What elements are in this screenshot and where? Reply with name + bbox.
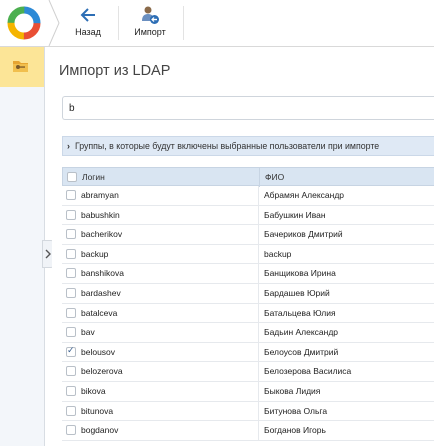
breadcrumb-separator-icon <box>48 0 60 46</box>
cell-login: bitunova <box>81 405 114 416</box>
back-button-label: Назад <box>75 27 101 37</box>
folder-key-icon <box>13 61 28 72</box>
row-checkbox[interactable] <box>66 366 76 377</box>
row-checkbox[interactable] <box>66 425 76 436</box>
search-input[interactable]: b <box>62 96 434 120</box>
cell-fio: Абрамян Александр <box>258 186 344 205</box>
cell-fio: Бадьин Александр <box>258 323 338 343</box>
toolbar-divider <box>183 6 184 40</box>
cell-login: babushkin <box>81 209 120 220</box>
column-header-fio[interactable]: ФИО <box>259 168 284 187</box>
row-checkbox[interactable] <box>66 385 76 396</box>
cell-login: abramyan <box>81 190 119 200</box>
table-row[interactable]: bardashev Бардашев Юрий <box>62 283 434 304</box>
select-all-checkbox[interactable] <box>67 172 77 182</box>
row-checkbox[interactable] <box>66 268 76 279</box>
cell-login: belousov <box>81 346 116 357</box>
groups-panel-header[interactable]: › Группы, в которые будут включены выбран… <box>62 136 434 156</box>
cell-login: bav <box>81 327 95 338</box>
cell-login: belozerova <box>81 366 123 377</box>
table-row[interactable]: bogdanov Богданов Игорь <box>62 421 434 441</box>
page-title: Импорт из LDAP <box>59 63 171 79</box>
back-button[interactable]: Назад <box>62 0 114 46</box>
app-logo-icon[interactable] <box>6 5 42 41</box>
import-button-label: Импорт <box>134 27 166 37</box>
cell-fio: Битунова Ольга <box>258 401 327 421</box>
chevron-right-icon: › <box>67 141 70 151</box>
table-header: Логин ФИО <box>62 167 434 187</box>
table-row[interactable]: abramyan Абрамян Александр <box>62 186 434 206</box>
cell-fio: Белоусов Дмитрий <box>258 342 338 362</box>
back-arrow-icon <box>80 8 95 22</box>
groups-panel-label: Группы, в которые будут включены выбранн… <box>74 141 380 151</box>
table-row[interactable]: banshikova Банщикова Ирина <box>62 264 434 284</box>
table-row[interactable]: bav Бадьин Александр <box>62 323 434 343</box>
row-checkbox[interactable] <box>66 327 76 338</box>
cell-login: bacherikov <box>81 229 123 240</box>
chevron-right-icon <box>45 249 51 259</box>
row-checkbox[interactable] <box>66 345 76 357</box>
row-checkbox[interactable] <box>66 307 76 318</box>
table-row[interactable]: bitunova Битунова Ольга <box>62 401 434 422</box>
table-row[interactable]: bacherikov Бачериков Дмитрий <box>62 225 434 245</box>
row-checkbox[interactable] <box>66 287 76 298</box>
row-checkbox[interactable] <box>66 190 76 200</box>
cell-login: bardashev <box>81 287 121 298</box>
cell-fio: Батальцева Юлия <box>258 303 336 323</box>
table-row[interactable]: bikova Быкова Лидия <box>62 381 434 402</box>
import-users-icon <box>142 6 159 24</box>
cell-fio: Бардашев Юрий <box>258 283 330 303</box>
left-rail <box>0 47 45 446</box>
table-row[interactable]: backup backup <box>62 244 434 265</box>
toolbar: Назад Импорт <box>0 0 434 47</box>
rail-item-ldap[interactable] <box>0 47 44 87</box>
cell-fio: Быкова Лидия <box>258 381 320 401</box>
cell-fio: Богданов Игорь <box>258 421 326 441</box>
main-panel: Импорт из LDAP b › Группы, в которые буду… <box>52 47 434 446</box>
cell-login: bikova <box>81 385 106 396</box>
cell-fio: Белозерова Василиса <box>258 362 351 382</box>
row-checkbox[interactable] <box>66 405 76 416</box>
table-row[interactable]: babushkin Бабушкин Иван <box>62 205 434 226</box>
row-checkbox[interactable] <box>66 209 76 220</box>
cell-fio: Банщикова Ирина <box>258 264 336 284</box>
row-checkbox[interactable] <box>66 229 76 240</box>
table-row[interactable]: belozerova Белозерова Василиса <box>62 362 434 382</box>
cell-login: batalceva <box>81 307 118 318</box>
table-row[interactable]: belousov Белоусов Дмитрий <box>62 342 434 363</box>
cell-fio: backup <box>258 244 291 264</box>
row-checkbox[interactable] <box>66 248 76 259</box>
users-table: Логин ФИО abramyan Абрамян Александр babus… <box>62 167 434 441</box>
cell-login: banshikova <box>81 268 125 279</box>
table-row[interactable]: batalceva Батальцева Юлия <box>62 303 434 324</box>
column-header-login[interactable]: Логин <box>82 172 105 182</box>
table-body: abramyan Абрамян Александр babushkin Бабушк… <box>62 186 434 441</box>
import-button[interactable]: Импорт <box>122 0 178 46</box>
cell-login: backup <box>81 248 109 259</box>
cell-login: bogdanov <box>81 425 119 436</box>
cell-fio: Бабушкин Иван <box>258 205 326 225</box>
toolbar-divider <box>118 6 119 40</box>
cell-fio: Бачериков Дмитрий <box>258 225 343 245</box>
